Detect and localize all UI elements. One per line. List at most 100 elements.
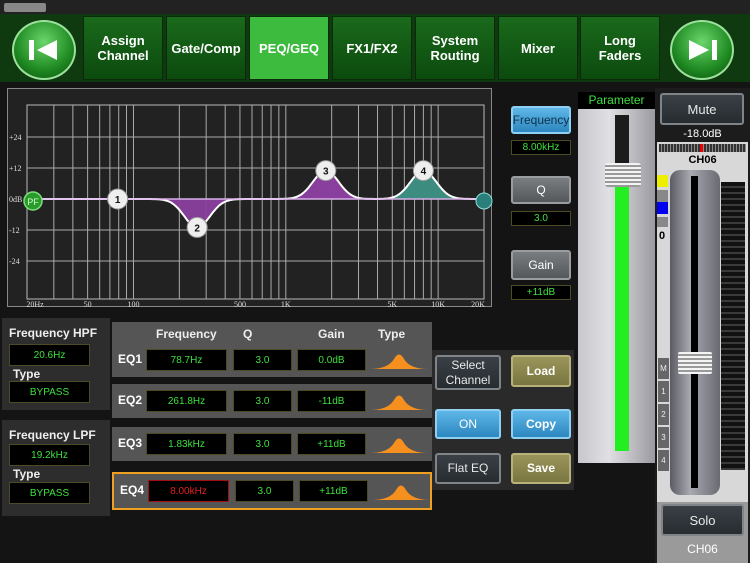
group-button[interactable]: 1 bbox=[658, 381, 669, 402]
hpf-title: Frequency HPF bbox=[9, 326, 98, 340]
channel-body: CH06 0 M1234 Solo CH06 bbox=[657, 142, 748, 563]
q-button[interactable]: Q bbox=[511, 176, 571, 204]
channel-fader-track[interactable] bbox=[670, 170, 720, 495]
parameter-panel: Parameter bbox=[578, 92, 655, 463]
eq-band-name: EQ4 bbox=[120, 483, 145, 497]
eq-graph-svg[interactable]: +24 +12 0dB -12 -24 20Hz 50 100 500 1K 5K 10K 20K PF 1… bbox=[8, 89, 493, 309]
lpf-title: Frequency LPF bbox=[9, 428, 96, 442]
eq-row[interactable]: EQ1 78.7Hz 3.0 0.0dB bbox=[112, 343, 432, 377]
y-tick-label: +24 bbox=[9, 133, 22, 142]
gain-value: +11dB bbox=[511, 285, 571, 300]
frequency-button[interactable]: Frequency bbox=[511, 106, 571, 134]
save-button[interactable]: Save bbox=[511, 453, 571, 484]
parameter-title: Parameter bbox=[578, 92, 655, 109]
parameter-level bbox=[615, 175, 629, 451]
lpf-type-label: Type bbox=[13, 467, 41, 481]
tab-assign-channel[interactable]: Assign Channel bbox=[83, 16, 163, 80]
grip bbox=[4, 3, 46, 12]
color-tag-gray2 bbox=[657, 217, 668, 227]
eq-frequency-field[interactable]: 1.83kHz bbox=[146, 433, 227, 455]
color-tag-gray bbox=[657, 190, 668, 202]
x-tick-label: 20K bbox=[471, 300, 485, 308]
lpf-frequency-field[interactable]: 19.2kHz bbox=[9, 444, 90, 466]
scale-zero: 0 bbox=[659, 230, 666, 242]
solo-button[interactable]: Solo bbox=[661, 504, 744, 536]
header-frequency: Frequency bbox=[156, 327, 217, 341]
copy-button[interactable]: Copy bbox=[511, 409, 571, 439]
eq-row[interactable]: EQ3 1.83kHz 3.0 +11dB bbox=[112, 427, 432, 461]
eq-gain-field[interactable]: +11dB bbox=[299, 480, 368, 502]
eq-row[interactable]: EQ4 8.00kHz 3.0 +11dB bbox=[112, 472, 432, 510]
eq-gain-field[interactable]: 0.0dB bbox=[297, 349, 366, 371]
eq-band-number: 2 bbox=[194, 223, 200, 234]
solo-area: Solo CH06 bbox=[657, 502, 748, 563]
group-button[interactable]: M bbox=[658, 358, 669, 379]
group-button[interactable]: 3 bbox=[658, 427, 669, 448]
nav-bar: Assign Channel Gate/Comp PEQ/GEQ FX1/FX2… bbox=[0, 14, 750, 82]
tab-peq-geq[interactable]: PEQ/GEQ bbox=[249, 16, 329, 80]
eq-frequency-field[interactable]: 261.8Hz bbox=[146, 390, 227, 412]
flat-eq-button[interactable]: Flat EQ bbox=[435, 453, 501, 484]
hpf-type-field[interactable]: BYPASS bbox=[9, 381, 90, 403]
skip-forward-icon[interactable] bbox=[670, 20, 734, 80]
eq-q-field[interactable]: 3.0 bbox=[233, 390, 292, 412]
frequency-value: 8.00kHz bbox=[511, 140, 571, 155]
eq-frequency-field[interactable]: 8.00kHz bbox=[148, 480, 229, 502]
channel-fader-handle[interactable] bbox=[678, 352, 712, 375]
skip-back-icon[interactable] bbox=[12, 20, 76, 80]
eq-band-number: 4 bbox=[421, 167, 427, 178]
tab-system-routing[interactable]: System Routing bbox=[415, 16, 495, 80]
y-tick-label: 0dB bbox=[9, 195, 22, 204]
hpf-frequency-field[interactable]: 20.6Hz bbox=[9, 344, 90, 366]
eq-frequency-field[interactable]: 78.7Hz bbox=[146, 349, 227, 371]
color-tag-yellow bbox=[657, 175, 668, 187]
eq-band-number: 3 bbox=[323, 167, 329, 178]
eq-q-field[interactable]: 3.0 bbox=[235, 480, 294, 502]
bell-curve-icon[interactable] bbox=[372, 480, 430, 502]
eq-gain-field[interactable]: -11dB bbox=[297, 390, 366, 412]
eq-row[interactable]: EQ2 261.8Hz 3.0 -11dB bbox=[112, 384, 432, 418]
status-bar bbox=[0, 0, 750, 14]
eq-gain-field[interactable]: +11dB bbox=[297, 433, 366, 455]
x-tick-label: 500 bbox=[234, 300, 246, 308]
group-button[interactable]: 4 bbox=[658, 450, 669, 471]
bell-curve-icon[interactable] bbox=[370, 349, 428, 371]
q-value: 3.0 bbox=[511, 211, 571, 226]
channel-level: -18.0dB bbox=[683, 128, 722, 140]
load-button[interactable]: Load bbox=[511, 355, 571, 387]
eq-graph[interactable]: +24 +12 0dB -12 -24 20Hz 50 100 500 1K 5K 10K 20K PF 1… bbox=[7, 88, 493, 309]
color-tag-blue bbox=[657, 202, 668, 214]
mute-button[interactable]: Mute bbox=[660, 93, 744, 125]
parameter-slider-handle[interactable] bbox=[605, 163, 641, 188]
x-tick-label: 20Hz bbox=[26, 300, 44, 308]
eq-band-number: 1 bbox=[115, 195, 121, 206]
eq-band-name: EQ3 bbox=[118, 436, 143, 450]
plot-border bbox=[26, 104, 485, 300]
x-tick-label: 100 bbox=[127, 300, 139, 308]
eq-band-name: EQ2 bbox=[118, 393, 143, 407]
tab-long-faders[interactable]: Long Faders bbox=[580, 16, 660, 80]
on-button[interactable]: ON bbox=[435, 409, 501, 439]
x-tick-label: 1K bbox=[281, 300, 291, 308]
hpf-panel: Frequency HPF 20.6Hz Type BYPASS bbox=[2, 318, 110, 410]
eq-q-field[interactable]: 3.0 bbox=[233, 349, 292, 371]
select-channel-button[interactable]: Select Channel bbox=[435, 355, 501, 390]
lpf-type-field[interactable]: BYPASS bbox=[9, 482, 90, 504]
tab-fx1-fx2[interactable]: FX1/FX2 bbox=[332, 16, 412, 80]
lpf-panel: Frequency LPF 19.2kHz Type BYPASS bbox=[2, 420, 110, 516]
bell-curve-icon[interactable] bbox=[370, 433, 428, 455]
tab-mixer[interactable]: Mixer bbox=[498, 16, 578, 80]
hpf-type-label: Type bbox=[13, 367, 41, 381]
level-meter-vertical bbox=[721, 182, 745, 470]
channel-footer: CH06 bbox=[687, 542, 718, 556]
channel-strip: Mute -18.0dB CH06 0 M1234 Solo CH06 bbox=[655, 88, 750, 563]
y-tick-label: -24 bbox=[9, 257, 20, 266]
tab-gate-comp[interactable]: Gate/Comp bbox=[166, 16, 246, 80]
y-tick-label: +12 bbox=[9, 164, 22, 173]
lpf-handle[interactable] bbox=[475, 192, 493, 210]
bell-curve-icon[interactable] bbox=[370, 390, 428, 412]
channel-name: CH06 bbox=[688, 154, 717, 166]
gain-button[interactable]: Gain bbox=[511, 250, 571, 280]
eq-q-field[interactable]: 3.0 bbox=[233, 433, 292, 455]
group-button[interactable]: 2 bbox=[658, 404, 669, 425]
